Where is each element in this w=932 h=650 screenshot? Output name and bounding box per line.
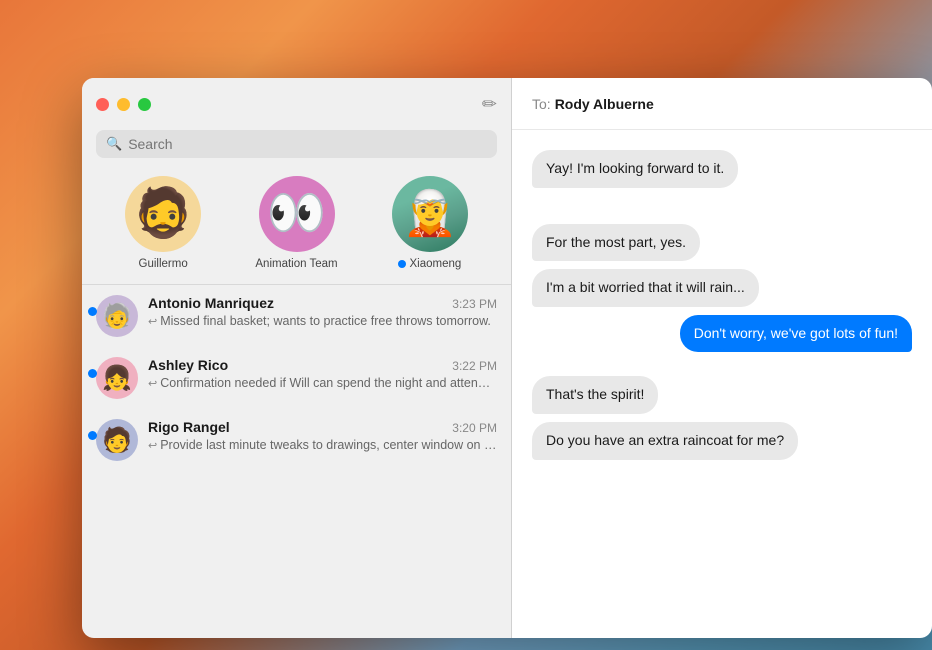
pinned-contact-animation-team[interactable]: 👀 Animation Team: [255, 176, 337, 270]
traffic-lights: [96, 98, 151, 111]
search-input[interactable]: [128, 136, 487, 152]
avatar-antonio: 🧓: [96, 295, 138, 337]
sender-antonio: Antonio Manriquez: [148, 295, 274, 311]
chat-messages: Yay! I'm looking forward to it. For the …: [512, 130, 932, 638]
chat-bubble-5: That's the spirit!: [532, 376, 658, 414]
contact-name-guillermo: Guillermo: [139, 258, 188, 270]
contact-name-xiaomeng: Xiaomeng: [398, 258, 461, 270]
chat-bubble-4: Don't worry, we've got lots of fun!: [680, 315, 912, 353]
titlebar: ✏: [82, 78, 511, 130]
preview-ashley: ↩ Confirmation needed if Will can spend …: [148, 376, 497, 390]
avatar-animation-team: 👀: [259, 176, 335, 252]
time-rigo: 3:20 PM: [452, 421, 497, 435]
sender-ashley: Ashley Rico: [148, 357, 228, 373]
chat-recipient: Rody Albuerne: [555, 96, 654, 112]
chat-bubble-6: Do you have an extra raincoat for me?: [532, 422, 798, 460]
maximize-button[interactable]: [138, 98, 151, 111]
time-antonio: 3:23 PM: [452, 297, 497, 311]
message-list: 🧓 Antonio Manriquez 3:23 PM ↩ Missed fin…: [82, 285, 511, 638]
messages-window: ✏ 🔍 🧔 Guillermo 👀 Animation Team: [82, 78, 932, 638]
message-item-antonio[interactable]: 🧓 Antonio Manriquez 3:23 PM ↩ Missed fin…: [82, 285, 511, 347]
chat-bubble-3: I'm a bit worried that it will rain...: [532, 269, 759, 307]
reply-icon-antonio: ↩: [148, 315, 157, 328]
minimize-button[interactable]: [117, 98, 130, 111]
sender-rigo: Rigo Rangel: [148, 419, 230, 435]
avatar-guillermo: 🧔: [125, 176, 201, 252]
reply-icon-rigo: ↩: [148, 439, 157, 452]
message-content-antonio: Antonio Manriquez 3:23 PM ↩ Missed final…: [148, 295, 497, 328]
unread-indicator-ashley: [88, 369, 97, 378]
unread-indicator-antonio: [88, 307, 97, 316]
preview-rigo: ↩ Provide last minute tweaks to drawings…: [148, 438, 497, 452]
avatar-ashley: 👧: [96, 357, 138, 399]
pinned-contact-guillermo[interactable]: 🧔 Guillermo: [125, 176, 201, 270]
time-ashley: 3:22 PM: [452, 359, 497, 373]
message-content-ashley: Ashley Rico 3:22 PM ↩ Confirmation neede…: [148, 357, 497, 390]
search-bar[interactable]: 🔍: [96, 130, 497, 158]
compose-button[interactable]: ✏: [482, 94, 497, 115]
sidebar: ✏ 🔍 🧔 Guillermo 👀 Animation Team: [82, 78, 512, 638]
close-button[interactable]: [96, 98, 109, 111]
online-indicator-xiaomeng: [398, 260, 406, 268]
chat-bubble-2: For the most part, yes.: [532, 224, 700, 262]
message-item-rigo[interactable]: 🧑 Rigo Rangel 3:20 PM ↩ Provide last min…: [82, 409, 511, 471]
chat-header: To: Rody Albuerne: [512, 78, 932, 130]
chat-bubble-1: Yay! I'm looking forward to it.: [532, 150, 738, 188]
preview-antonio: ↩ Missed final basket; wants to practice…: [148, 314, 497, 328]
message-item-ashley[interactable]: 👧 Ashley Rico 3:22 PM ↩ Confirmation nee…: [82, 347, 511, 409]
avatar-rigo: 🧑: [96, 419, 138, 461]
message-content-rigo: Rigo Rangel 3:20 PM ↩ Provide last minut…: [148, 419, 497, 452]
search-icon: 🔍: [106, 136, 122, 152]
reply-icon-ashley: ↩: [148, 377, 157, 390]
chat-to-label: To:: [532, 96, 551, 112]
chat-panel: To: Rody Albuerne Yay! I'm looking forwa…: [512, 78, 932, 638]
unread-indicator-rigo: [88, 431, 97, 440]
pinned-contact-xiaomeng[interactable]: 🧝 Xiaomeng: [392, 176, 468, 270]
contact-name-animation-team: Animation Team: [255, 258, 337, 270]
pinned-contacts: 🧔 Guillermo 👀 Animation Team 🧝 Xiaomeng: [82, 168, 511, 285]
avatar-xiaomeng: 🧝: [392, 176, 468, 252]
